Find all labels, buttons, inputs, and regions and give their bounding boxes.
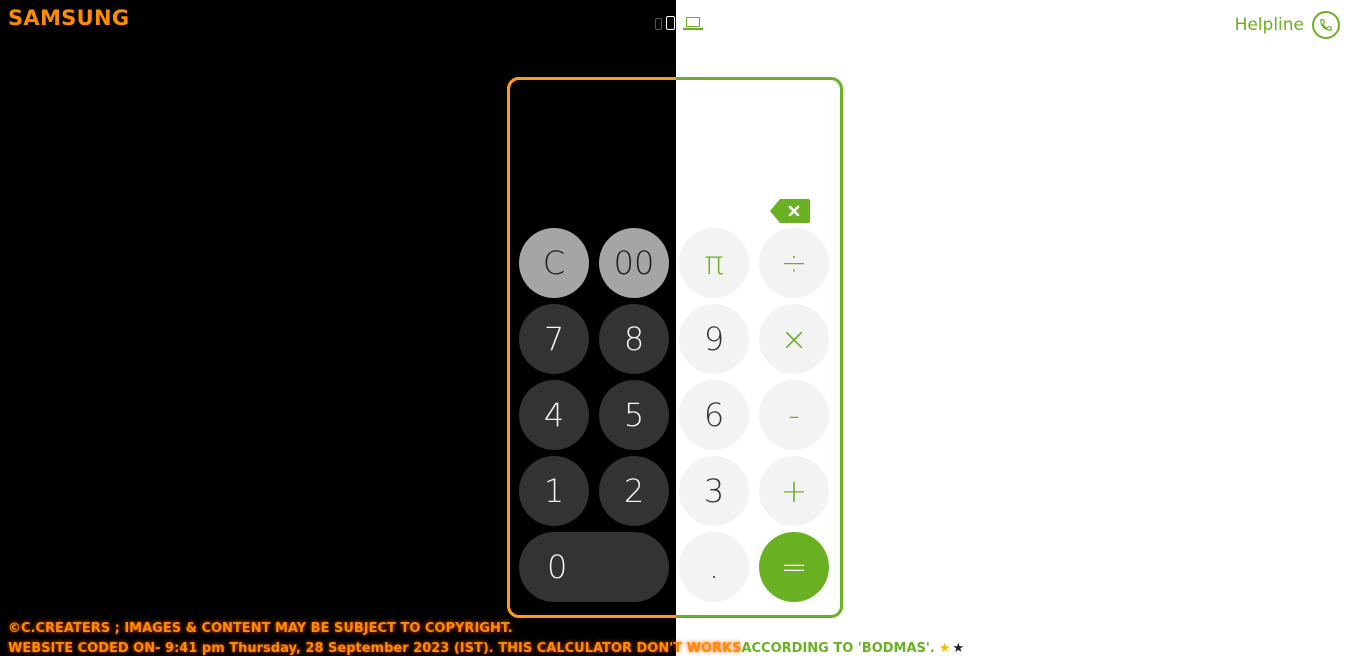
- seven-button[interactable]: 7: [519, 304, 589, 374]
- phone-large-icon[interactable]: [666, 16, 675, 30]
- six-button[interactable]: 6: [679, 380, 749, 450]
- three-button[interactable]: 3: [679, 456, 749, 526]
- backspace-icon[interactable]: [770, 199, 810, 223]
- star-dark-icon: ★: [952, 641, 965, 656]
- footer-note-part-b: ACCORDING TO 'BODMAS'.: [741, 641, 935, 656]
- five-button[interactable]: 5: [599, 380, 669, 450]
- phone-small-icon[interactable]: [655, 18, 662, 30]
- brand-logo[interactable]: SAMSUNG: [8, 6, 129, 30]
- star-icon: ★: [938, 641, 951, 656]
- one-button[interactable]: 1: [519, 456, 589, 526]
- copyright-text: ©C.CREATERS ; IMAGES & CONTENT MAY BE SU…: [8, 621, 513, 636]
- divide-button[interactable]: ÷: [759, 228, 829, 298]
- helpline-label: Helpline: [1234, 15, 1304, 35]
- decimal-button[interactable]: .: [679, 532, 749, 602]
- eight-button[interactable]: 8: [599, 304, 669, 374]
- helpline-link[interactable]: Helpline: [1235, 11, 1340, 39]
- two-button[interactable]: 2: [599, 456, 669, 526]
- multiply-button[interactable]: ×: [759, 304, 829, 374]
- footer-note-part-a: WEBSITE CODED ON- 9:41 pm Thursday, 28 S…: [8, 641, 742, 656]
- double-zero-button[interactable]: 00: [599, 228, 669, 298]
- minus-button[interactable]: -: [759, 380, 829, 450]
- calculator-display: [520, 90, 830, 190]
- plus-button[interactable]: +: [759, 456, 829, 526]
- nine-button[interactable]: 9: [679, 304, 749, 374]
- footer-note: WEBSITE CODED ON- 9:41 pm Thursday, 28 S…: [8, 641, 964, 656]
- laptop-icon[interactable]: [683, 17, 703, 30]
- clear-button[interactable]: C: [519, 228, 589, 298]
- equals-button[interactable]: =: [759, 532, 829, 602]
- device-switcher: [655, 12, 703, 32]
- pi-button[interactable]: π: [679, 228, 749, 298]
- four-button[interactable]: 4: [519, 380, 589, 450]
- zero-button[interactable]: 0: [519, 532, 669, 602]
- phone-icon[interactable]: [1312, 11, 1340, 39]
